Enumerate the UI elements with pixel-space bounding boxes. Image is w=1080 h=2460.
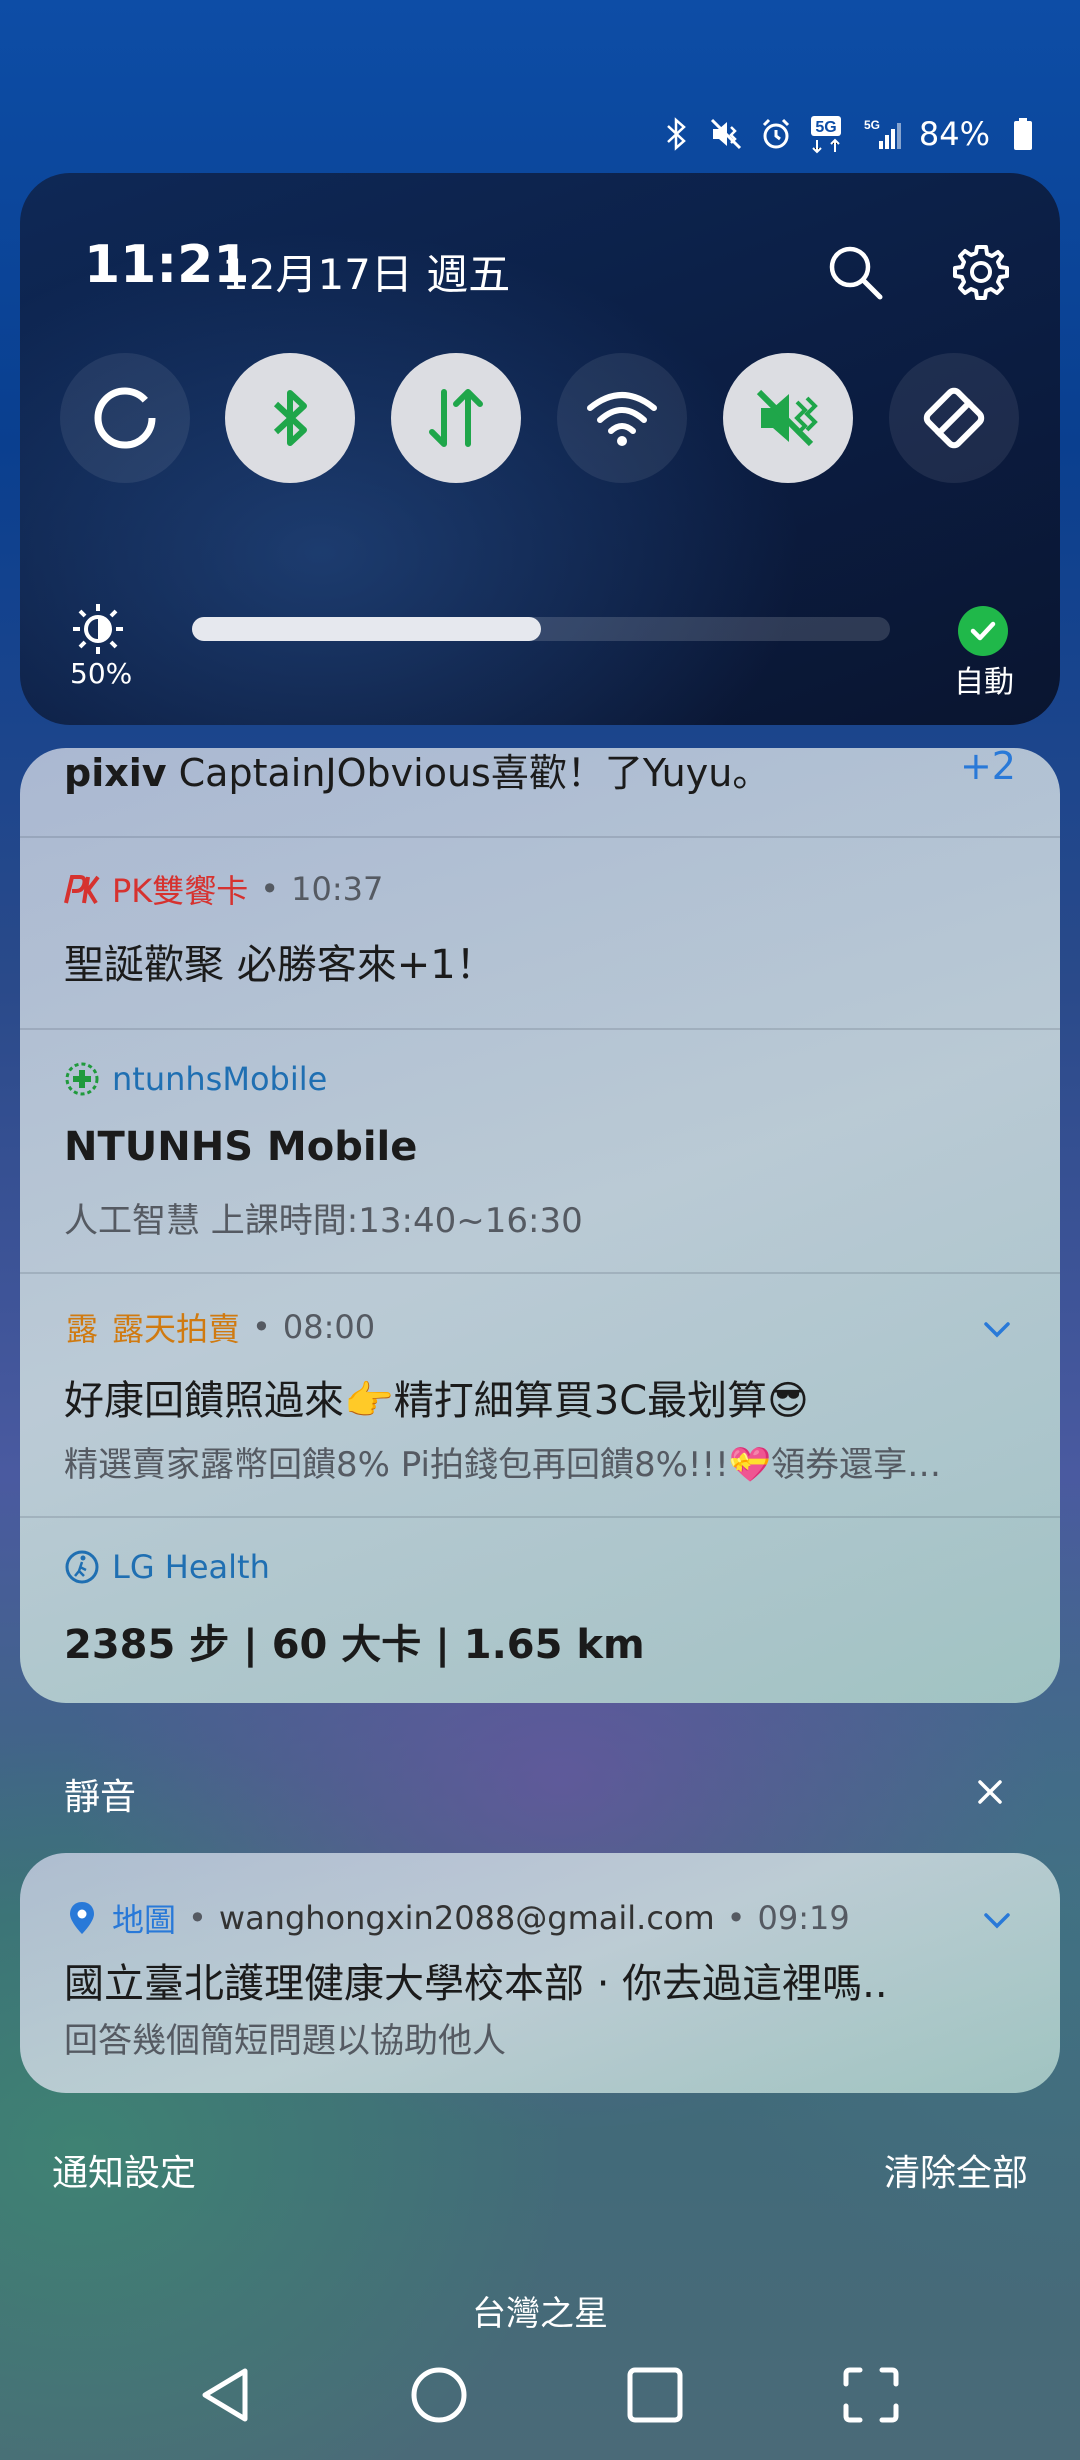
notification-body: 精選賣家露幣回饋8% Pi拍錢包再回饋8%!!!💝領券還享…	[64, 1445, 942, 1485]
expand-chevron-icon[interactable]	[980, 1903, 1014, 1937]
recents-icon	[627, 2367, 683, 2423]
close-icon	[978, 1780, 1002, 1804]
notification-app-name: 露天拍賣	[112, 1310, 241, 1348]
expand-chevron-icon[interactable]	[980, 1312, 1014, 1346]
tile-wifi[interactable]	[557, 353, 687, 483]
wifi-icon	[587, 392, 657, 446]
gear-icon	[953, 245, 1009, 300]
notification-time: 09:19	[757, 1899, 850, 1937]
notification-app-name: pixiv	[64, 751, 167, 795]
battery-icon	[1006, 117, 1040, 151]
auto-brightness-toggle[interactable]	[958, 606, 1008, 656]
tile-auto-rotate[interactable]	[889, 353, 1019, 483]
pk-app-icon	[64, 871, 100, 907]
ruten-app-icon: 露	[65, 1310, 98, 1348]
notification-card: pixiv CaptainJObvious喜歡！了Yuyu。 +2 PK雙饗卡 …	[20, 748, 1060, 1703]
back-icon	[202, 2368, 248, 2422]
notification-pixiv[interactable]: pixiv CaptainJObvious喜歡！了Yuyu。 +2	[20, 748, 1060, 838]
check-icon	[970, 621, 996, 641]
notification-separator: •	[252, 1308, 271, 1346]
auto-brightness-label: 自動	[954, 665, 1014, 700]
tile-data-saver[interactable]	[60, 353, 190, 483]
alarm-icon	[759, 117, 793, 151]
notification-settings-link[interactable]: 通知設定	[52, 2144, 196, 2196]
notification-time: 08:00	[282, 1308, 376, 1346]
notification-ruten-card[interactable]: 露 露天拍賣 • 08:00 好康回饋照過來👉精打細算買3C最划算😎 精選賣家露…	[20, 1272, 1060, 1518]
settings-button[interactable]	[946, 237, 1016, 307]
nav-screenshot-button[interactable]	[836, 2360, 906, 2430]
notification-app-name: ntunhsMobile	[112, 1060, 328, 1098]
battery-percent: 84%	[918, 115, 990, 153]
notification-pk-card[interactable]: PK雙饗卡 • 10:37 聖誕歡聚 必勝客來+1！	[20, 836, 1060, 1030]
notification-separator: •	[726, 1899, 746, 1937]
notification-body: 人工智慧 上課時間:13:40~16:30	[64, 1201, 583, 1241]
brightness-icon	[68, 601, 128, 654]
nav-home-button[interactable]	[404, 2360, 474, 2430]
nav-recents-button[interactable]	[620, 2360, 690, 2430]
tile-mobile-data[interactable]	[391, 353, 521, 483]
circle-ring-icon	[94, 387, 156, 449]
brightness-slider[interactable]	[192, 617, 890, 641]
notification-app-name: LG Health	[112, 1548, 270, 1586]
vibrate-mute-icon	[756, 389, 818, 447]
tile-bluetooth[interactable]	[225, 353, 355, 483]
notification-title: NTUNHS Mobile	[64, 1124, 418, 1170]
ntunhs-app-icon	[64, 1061, 100, 1097]
rotate-icon	[923, 387, 985, 449]
notification-separator: •	[188, 1899, 207, 1937]
5g-signal-icon: 5G	[863, 117, 903, 151]
silent-notification-card[interactable]: 地圖 • wanghongxin2088@gmail.com • 09:19 國…	[20, 1853, 1060, 2093]
clock-date: 12月17日 週五	[222, 250, 511, 299]
carrier-name: 台灣之星	[472, 2294, 608, 2334]
home-icon	[411, 2367, 467, 2423]
vibrate-mute-icon	[709, 117, 743, 151]
silent-section-label: 靜音	[64, 1777, 137, 1818]
maps-pin-icon	[64, 1900, 100, 1936]
brightness-slider-fill	[192, 617, 541, 641]
dismiss-silent-button[interactable]	[970, 1772, 1010, 1812]
lg-health-app-icon	[64, 1549, 100, 1585]
notification-time: 10:37	[291, 870, 384, 908]
bluetooth-icon	[659, 117, 693, 151]
data-arrows-icon	[429, 389, 483, 447]
status-bar: 5G 5G 84%	[659, 108, 1040, 160]
screenshot-icon	[843, 2367, 899, 2423]
notification-ntunhs-card[interactable]: ntunhsMobile NTUNHS Mobile 人工智慧 上課時間:13:…	[20, 1028, 1060, 1274]
5g-data-icon: 5G	[809, 116, 847, 154]
brightness-percent: 50%	[70, 657, 133, 690]
search-icon	[829, 246, 883, 300]
tile-sound[interactable]	[723, 353, 853, 483]
notification-app-name: PK雙饗卡	[112, 872, 249, 910]
notification-text: CaptainJObvious喜歡！了Yuyu。	[178, 751, 771, 795]
clear-all-button[interactable]: 清除全部	[884, 2144, 1028, 2196]
quick-settings-panel: 11:21 12月17日 週五 50% 自動	[20, 173, 1060, 725]
search-button[interactable]	[820, 237, 890, 307]
5g-signal-label: 5G	[864, 118, 880, 132]
nav-back-button[interactable]	[190, 2360, 260, 2430]
notification-app-name: 地圖	[112, 1901, 177, 1939]
bluetooth-icon	[273, 390, 307, 446]
notification-title: 2385 步 | 60 大卡 | 1.65 km	[64, 1622, 645, 1668]
notification-title: 國立臺北護理健康大學校本部 · 你去過這裡嗎..	[64, 1961, 888, 2007]
notification-count-badge[interactable]: +2	[960, 748, 1016, 788]
notification-lg-health-card[interactable]: LG Health 2385 步 | 60 大卡 | 1.65 km	[20, 1516, 1060, 1703]
notification-separator: •	[260, 870, 280, 908]
notification-account: wanghongxin2088@gmail.com	[218, 1899, 715, 1937]
5g-label: 5G	[815, 119, 836, 136]
notification-title: 好康回饋照過來👉精打細算買3C最划算😎	[64, 1378, 809, 1424]
notification-title: 聖誕歡聚 必勝客來+1！	[64, 942, 496, 988]
notification-body: 回答幾個簡短問題以協助他人	[64, 2021, 506, 2061]
